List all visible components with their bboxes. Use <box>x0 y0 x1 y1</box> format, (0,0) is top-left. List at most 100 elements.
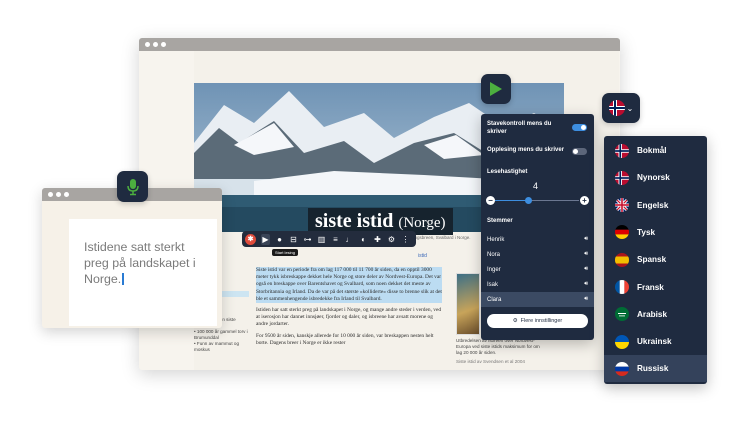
plus-button[interactable]: + <box>580 196 589 205</box>
norway-flag-icon <box>615 170 629 185</box>
language-option[interactable]: Fransk <box>604 274 707 301</box>
article-title-text: siste istid <box>315 210 394 232</box>
speaker-icon[interactable]: 🔊︎ <box>584 251 588 258</box>
language-option[interactable]: Bokmål <box>604 137 707 164</box>
speaker-icon[interactable]: 🔊︎ <box>584 281 588 288</box>
play-icon[interactable]: ▶ <box>261 233 270 245</box>
microphone-icon <box>126 178 139 195</box>
language-dropdown-button[interactable]: ⌄ <box>602 93 640 123</box>
sidebar-list-item[interactable]: • Funn av mammut og moskus <box>194 341 249 353</box>
microphone-icon[interactable]: ♩ <box>345 234 354 245</box>
voice-option[interactable]: Inger 🔊︎ <box>481 262 594 277</box>
microphone-button[interactable] <box>117 171 148 202</box>
dictation-window: Istidene satt sterkt preg på landskapet … <box>42 188 222 328</box>
image-caption: Kongsbreen, Svalbard i Norge. <box>409 235 471 240</box>
map-thumbnail[interactable] <box>456 273 480 335</box>
germany-flag-icon <box>615 225 629 240</box>
ukraine-flag-icon <box>615 334 629 349</box>
language-name: Arabisk <box>637 309 668 319</box>
paragraph: For 9500 år siden, kanskje allerede for … <box>256 332 434 346</box>
minus-button[interactable]: − <box>486 196 495 205</box>
book-icon[interactable]: ▥ <box>317 234 326 245</box>
voice-name: Inger <box>487 266 501 273</box>
language-option[interactable]: Spansk <box>604 246 707 273</box>
voice-option[interactable]: Henrik 🔊︎ <box>481 232 594 247</box>
figure-caption: Utbredelsen av isbreen over Nordvest-Eur… <box>456 338 540 355</box>
voice-option[interactable]: Isak 🔊︎ <box>481 277 594 292</box>
language-list: Bokmål Nynorsk Engelsk Tysk Spansk Fransk Arab… <box>604 136 707 384</box>
gear-icon: ⚙ <box>512 318 518 324</box>
language-option[interactable]: Engelsk <box>604 192 707 219</box>
reading-toolbar: ✱ ▶ ● ⊟ ⊶ ▥ ≡ ♩ ◐ ✚ ⚙ ⋮ <box>242 231 416 247</box>
language-name: Engelsk <box>637 200 669 210</box>
voice-name: Isak <box>487 281 499 288</box>
spellcheck-toggle[interactable] <box>572 124 587 131</box>
text-document[interactable]: Istidene satt sterkt preg på landskapet … <box>69 219 217 326</box>
speaker-icon[interactable]: 🔊︎ <box>584 266 588 273</box>
more-settings-button[interactable]: ⚙ Flere innstillinger <box>487 314 588 328</box>
voice-name: Clara <box>487 296 502 303</box>
figure-credit: Siste istid av Svendsen et al 2004 <box>456 359 525 364</box>
language-name: Bokmål <box>637 146 667 155</box>
norway-flag-icon <box>615 143 629 158</box>
text-tool-icon[interactable]: ⊟ <box>289 234 298 245</box>
window-dot <box>153 42 158 47</box>
tooltip: Start lesing <box>272 249 299 256</box>
language-name: Tysk <box>637 227 656 237</box>
language-name: Fransk <box>637 282 664 292</box>
ruler-icon[interactable]: ⊶ <box>303 234 312 245</box>
settings-icon[interactable]: ⚙ <box>387 234 396 245</box>
speaker-icon[interactable]: 🔊︎ <box>584 236 588 243</box>
norway-flag-icon <box>608 100 625 116</box>
speed-slider-knob[interactable] <box>525 197 533 204</box>
saudi-flag-icon <box>615 307 629 322</box>
window-dot <box>145 42 150 47</box>
language-option[interactable]: Ukrainsk <box>604 328 707 355</box>
language-option[interactable]: Tysk <box>604 219 707 246</box>
dictation-text: Istidene satt sterkt preg på landskapet … <box>84 240 196 286</box>
language-option[interactable]: Russisk <box>604 355 707 383</box>
speaker-icon[interactable]: 🔊︎ <box>584 296 588 303</box>
more-icon[interactable]: ⋮ <box>401 234 410 245</box>
speed-slider[interactable] <box>495 197 579 204</box>
voice-name: Henrik <box>487 236 505 243</box>
readaloud-toggle[interactable] <box>572 148 587 155</box>
flag-icon[interactable]: ✚ <box>373 234 382 245</box>
lightbulb-icon[interactable]: ● <box>275 234 284 245</box>
chevron-down-icon: ⌄ <box>626 103 634 113</box>
speed-label: Lesehastighet <box>487 169 528 175</box>
language-name: Spansk <box>637 255 667 265</box>
settings-panel: Stavekontroll mens du skriver Opplesing … <box>481 114 594 340</box>
paragraph: Istiden har satt sterkt preg på landskap… <box>256 307 442 328</box>
voice-option[interactable]: Nora 🔊︎ <box>481 247 594 262</box>
readaloud-label: Opplesing mens du skriver <box>487 147 565 153</box>
text-caret <box>122 273 124 285</box>
voices-label: Stemmer <box>487 218 513 224</box>
language-name: Ukrainsk <box>637 337 672 347</box>
list-icon[interactable]: ≡ <box>331 234 340 245</box>
france-flag-icon <box>615 280 629 294</box>
breadcrumb[interactable]: istid <box>418 253 427 259</box>
speed-slider-fill <box>495 200 529 201</box>
language-option[interactable]: Nynorsk <box>604 164 707 191</box>
dictation-text-area[interactable]: Istidene satt sterkt preg på landskapet … <box>84 239 209 287</box>
language-name: Russisk <box>637 364 669 374</box>
article-title-suffix: (Norge) <box>398 215 446 231</box>
play-icon <box>490 82 502 96</box>
paragraph: Siste istid var en periode fra om lag 11… <box>256 267 442 304</box>
translate-icon[interactable]: ◐ <box>359 234 368 245</box>
voice-option[interactable]: Clara 🔊︎ <box>481 292 594 307</box>
speed-value: 4 <box>533 181 539 191</box>
play-button[interactable] <box>481 74 511 104</box>
voice-name: Nora <box>487 251 501 258</box>
article-body: Siste istid var en periode fra om lag 11… <box>256 267 442 351</box>
language-option[interactable]: Arabisk <box>604 301 707 328</box>
uk-flag-icon <box>615 198 629 213</box>
browser-titlebar <box>139 38 620 51</box>
window-dot <box>56 192 61 197</box>
sidebar-list-item[interactable]: • 100 000 år gammel torv i Brumunddal <box>194 329 249 341</box>
spain-flag-icon <box>615 252 629 267</box>
spellcheck-label: Stavekontroll mens du skriver <box>487 121 552 135</box>
app-logo-icon[interactable]: ✱ <box>245 233 256 245</box>
window-dot <box>161 42 166 47</box>
